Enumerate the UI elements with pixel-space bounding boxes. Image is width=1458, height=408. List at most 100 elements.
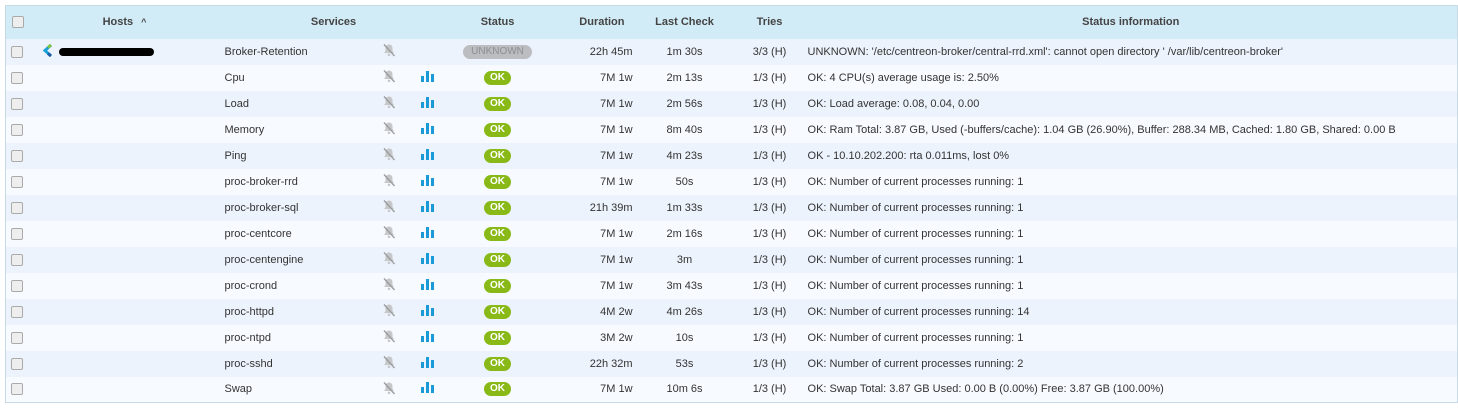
service-name[interactable]: Swap [220,377,370,403]
column-status-information[interactable]: Status information [805,6,1458,39]
service-name[interactable]: Memory [220,117,370,143]
graph-icon[interactable] [408,143,448,169]
graph-icon[interactable] [408,169,448,195]
duration: 7M 1w [600,123,633,136]
graph-icon[interactable] [408,351,448,377]
notifications-disabled-icon [370,91,408,117]
duration: 4M 2w [600,305,633,318]
last-check: 1m 33s [666,201,703,214]
notifications-disabled-icon [370,169,408,195]
duration: 7M 1w [600,253,633,266]
notifications-disabled-icon [370,377,408,403]
column-last-check[interactable]: Last Check [635,6,735,39]
row-checkbox[interactable] [11,71,23,84]
service-name[interactable]: Ping [220,143,370,169]
status-information: OK: Number of current processes running:… [807,357,1024,370]
graph-icon[interactable] [408,325,448,351]
service-name[interactable]: Broker-Retention [220,39,370,65]
duration: 22h 45m [589,45,633,58]
services-table: Hosts ^ Services Status Duration Last Che… [5,5,1458,403]
status-badge: OK [484,382,512,397]
last-check: 1m 30s [666,45,703,58]
row-checkbox[interactable] [11,357,23,370]
tries: 1/3 (H) [752,357,787,370]
row-checkbox[interactable] [11,227,23,240]
service-name[interactable]: proc-broker-sql [220,195,370,221]
host-cell [30,247,220,273]
status-information: OK: Load average: 0.08, 0.04, 0.00 [807,97,980,110]
notifications-disabled-icon [370,117,408,143]
host-cell [30,325,220,351]
service-name[interactable]: proc-crond [220,273,370,299]
tries: 1/3 (H) [752,279,787,292]
row-checkbox[interactable] [11,383,23,396]
graph-icon[interactable] [408,299,448,325]
last-check: 8m 40s [666,123,703,136]
row-checkbox[interactable] [11,201,23,214]
host-cell [30,377,220,403]
service-name[interactable]: proc-sshd [220,351,370,377]
row-checkbox[interactable] [11,305,23,318]
status-information: OK: Number of current processes running:… [807,279,1024,292]
status-badge: OK [484,200,512,215]
host-cell [30,117,220,143]
table-header: Hosts ^ Services Status Duration Last Che… [5,5,1458,39]
table-row: Memory OK 7M 1w 8m 40s 1/3 (H) OK: Ram T… [5,116,1458,143]
host-cell[interactable] [30,39,220,65]
notifications-disabled-icon [370,247,408,273]
row-checkbox[interactable] [11,253,23,266]
redacted-host-name [58,47,154,56]
column-services[interactable]: Services [220,6,448,39]
service-name[interactable]: proc-broker-rrd [220,169,370,195]
tries: 1/3 (H) [752,123,787,136]
column-status[interactable]: Status [448,6,548,39]
graph-icon[interactable] [408,247,448,273]
service-name[interactable]: proc-centengine [220,247,370,273]
column-tries[interactable]: Tries [735,6,805,39]
status-information: OK: Ram Total: 3.87 GB, Used (-buffers/c… [807,123,1396,136]
row-checkbox[interactable] [11,331,23,344]
service-name[interactable]: Cpu [220,65,370,91]
host-cell [30,195,220,221]
duration: 7M 1w [600,97,633,110]
graph-icon[interactable] [408,221,448,247]
service-name[interactable]: proc-centcore [220,221,370,247]
row-checkbox[interactable] [11,279,23,292]
notifications-disabled-icon [370,273,408,299]
service-name[interactable]: proc-httpd [220,299,370,325]
row-checkbox[interactable] [11,97,23,110]
row-checkbox[interactable] [11,45,23,58]
graph-icon[interactable] [408,377,448,403]
graph-icon[interactable] [408,195,448,221]
status-information: OK: Number of current processes running:… [807,331,1024,344]
last-check: 4m 26s [666,305,703,318]
graph-icon[interactable] [408,65,448,91]
column-hosts[interactable]: Hosts ^ [30,6,220,39]
status-information: OK: Number of current processes running:… [807,305,1030,318]
host-cell [30,351,220,377]
service-name[interactable]: proc-ntpd [220,325,370,351]
notifications-disabled-icon [370,299,408,325]
table-row: proc-broker-sql OK 21h 39m 1m 33s 1/3 (H… [5,194,1458,221]
row-checkbox[interactable] [11,123,23,136]
notifications-disabled-icon [370,39,408,65]
column-duration[interactable]: Duration [548,6,635,39]
status-badge: OK [484,252,512,267]
tries: 3/3 (H) [752,45,787,58]
host-cell [30,91,220,117]
table-row: Ping OK 7M 1w 4m 23s 1/3 (H) OK - 10.10.… [5,142,1458,169]
table-row: proc-ntpd OK 3M 2w 10s 1/3 (H) OK: Numbe… [5,324,1458,351]
table-row: proc-sshd OK 22h 32m 53s 1/3 (H) OK: Num… [5,350,1458,377]
sort-ascending-icon: ^ [141,17,147,28]
row-checkbox[interactable] [11,175,23,188]
graph-icon[interactable] [408,91,448,117]
select-all-checkbox[interactable] [12,16,24,29]
graph-icon[interactable] [408,273,448,299]
row-checkbox[interactable] [11,149,23,162]
host-cell [30,143,220,169]
graph-icon[interactable] [408,117,448,143]
service-name[interactable]: Load [220,91,370,117]
status-badge: OK [484,174,512,189]
host-cell [30,221,220,247]
host-cell [30,169,220,195]
